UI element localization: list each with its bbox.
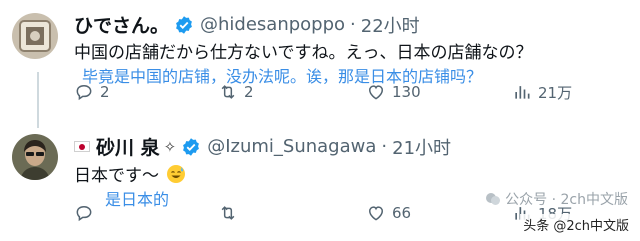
like-count: 130	[392, 83, 421, 101]
views-button[interactable]: 21万	[512, 82, 572, 103]
wechat-logo-icon	[486, 193, 501, 205]
japan-flag-icon	[74, 141, 90, 152]
avatar-izumi[interactable]	[12, 134, 58, 180]
retweet-icon	[221, 85, 235, 99]
avatar-hidesan[interactable]	[12, 13, 58, 59]
sparkle-icon: ✧	[163, 137, 177, 156]
like-icon	[368, 85, 384, 100]
like-button[interactable]: 130	[366, 82, 421, 102]
retweet-count: 2	[244, 83, 254, 101]
separator-dot: ·	[381, 136, 388, 157]
watermark: 公众号 · 2ch中文版	[485, 189, 628, 209]
tweet-timestamp[interactable]: 21小时	[392, 134, 451, 160]
tweet-1-text: 中国の店舗だから仕方ないですね。えっ、日本の店舗なの？	[74, 43, 533, 63]
source-watermark-text: 头条 @2ch中文版	[520, 214, 632, 235]
tweet-timestamp[interactable]: 22小时	[361, 12, 420, 38]
reply-count: 2	[100, 83, 110, 101]
reply-button[interactable]	[74, 203, 100, 223]
like-count: 66	[392, 204, 412, 222]
verified-badge-icon	[181, 137, 201, 157]
retweet-button[interactable]: 2	[218, 82, 254, 102]
tweet-1-actions: 2 2 130 21万	[74, 79, 594, 105]
like-icon	[368, 206, 384, 221]
reply-icon	[76, 84, 92, 101]
reply-button[interactable]: 2	[74, 82, 110, 102]
views-count: 21万	[538, 83, 573, 102]
tweet-2-text: 日本です〜	[74, 161, 186, 186]
separator-dot: ·	[350, 14, 356, 35]
retweet-icon	[221, 206, 235, 220]
user-handle[interactable]: @Izumi_Sunagawa	[207, 136, 376, 157]
source-watermark: 头条 @2ch中文版	[516, 214, 632, 235]
watermark-text: 公众号 · 2ch中文版	[505, 192, 628, 208]
tweet-2-header: 砂川 泉 ✧ @Izumi_Sunagawa · 21小时	[74, 133, 451, 160]
reply-icon	[76, 205, 92, 222]
tweet-1-header: ひでさん。 @hidesanpoppo · 22小时	[74, 11, 420, 38]
display-name[interactable]: 砂川 泉	[96, 133, 160, 160]
views-icon	[515, 86, 530, 99]
display-name[interactable]: ひでさん。	[74, 11, 169, 38]
thread-connector-line	[37, 72, 39, 128]
user-handle[interactable]: @hidesanpoppo	[200, 14, 345, 35]
verified-badge-icon	[174, 15, 194, 35]
retweet-button[interactable]	[218, 203, 244, 223]
sweat-smile-emoji	[166, 164, 186, 184]
tweet-2-text-content: 日本です〜	[74, 166, 159, 186]
like-button[interactable]: 66	[366, 203, 411, 223]
